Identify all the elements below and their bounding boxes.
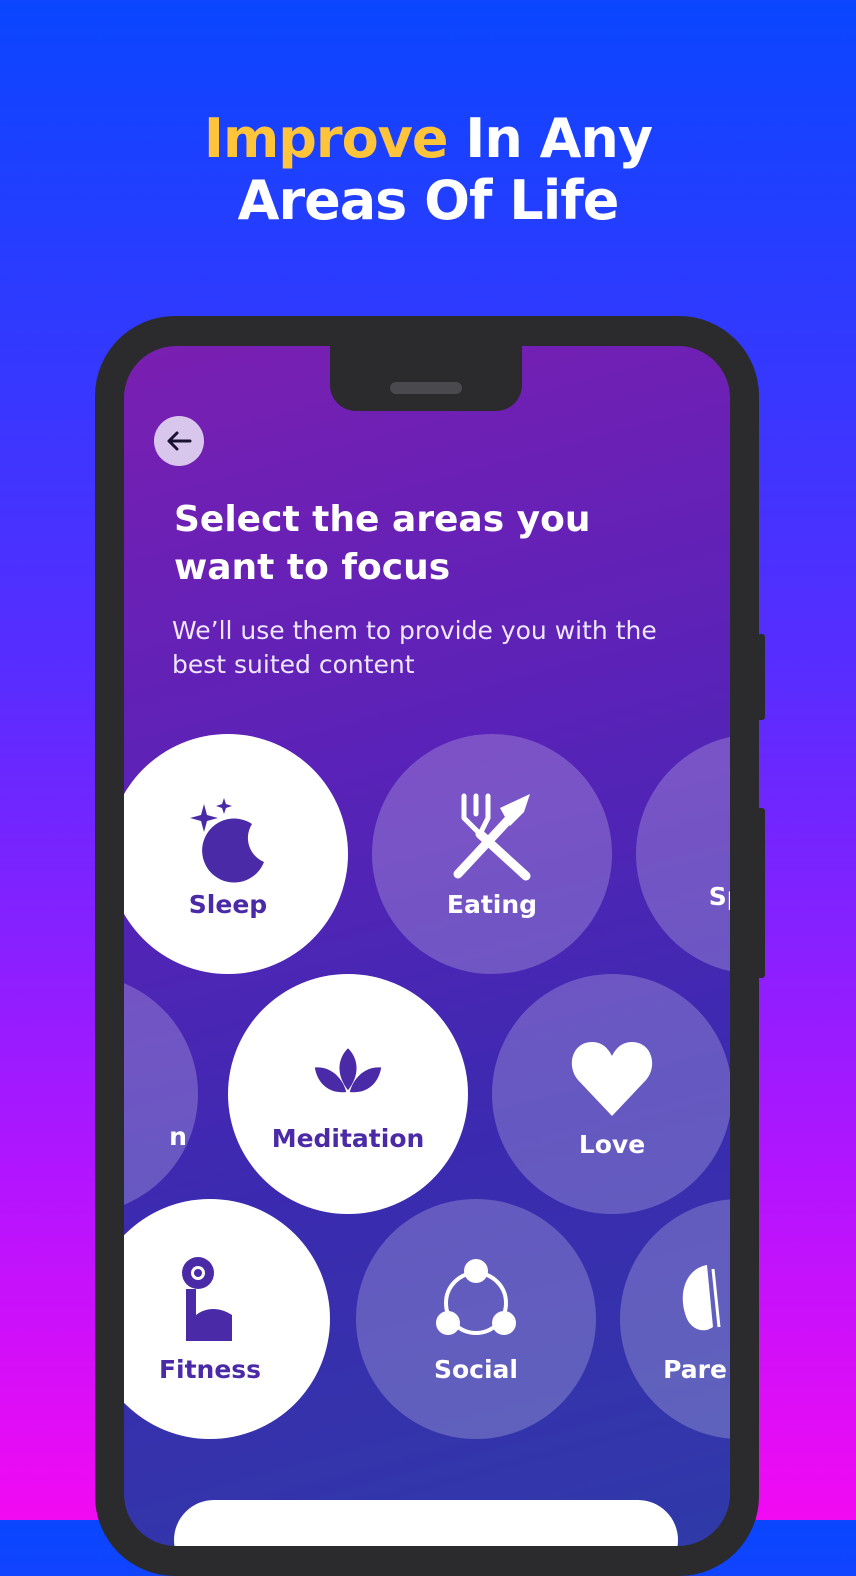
area-label: n bbox=[169, 1121, 187, 1151]
moon-stars-icon bbox=[190, 797, 264, 883]
area-meditation[interactable]: Meditation bbox=[228, 974, 468, 1214]
continue-button[interactable] bbox=[174, 1500, 678, 1546]
dumbbell-arm-icon bbox=[182, 1256, 232, 1341]
power-button bbox=[757, 808, 765, 978]
heart-icon bbox=[571, 1041, 653, 1116]
area-label: Love bbox=[578, 1129, 646, 1159]
area-label: Social bbox=[433, 1354, 518, 1384]
network-icon bbox=[436, 1258, 516, 1335]
headline-line-2: Areas Of Life bbox=[237, 169, 620, 232]
camera-notch bbox=[330, 346, 522, 411]
headline-accent: Improve bbox=[203, 107, 449, 170]
area-label: Pare bbox=[663, 1354, 727, 1384]
phone-frame: Select the areas you want to focus We’ll… bbox=[95, 316, 765, 1576]
page-subtitle: We’ll use them to provide you with the b… bbox=[172, 616, 657, 679]
arrow-left-icon bbox=[167, 431, 192, 451]
app-screen: Select the areas you want to focus We’ll… bbox=[124, 346, 730, 1546]
area-social[interactable]: Social bbox=[356, 1199, 596, 1439]
lotus-icon bbox=[314, 1047, 382, 1092]
parenting-icon bbox=[682, 1264, 721, 1330]
area-spirituality[interactable]: Spi bbox=[636, 734, 730, 974]
area-eating[interactable]: Eating bbox=[372, 734, 612, 974]
page-title: Select the areas you want to focus bbox=[174, 499, 591, 588]
area-parenting[interactable]: Pare bbox=[620, 1199, 730, 1439]
speaker-grille bbox=[390, 382, 462, 394]
area-label: Spi bbox=[708, 881, 730, 911]
area-sleep[interactable]: Sleep bbox=[124, 734, 348, 974]
area-love[interactable]: Love bbox=[492, 974, 730, 1214]
promo-headline: Improve In Any Areas Of Life bbox=[0, 108, 856, 232]
fork-knife-icon bbox=[453, 793, 531, 880]
area-label: Eating bbox=[446, 889, 538, 919]
area-label: Meditation bbox=[271, 1123, 425, 1153]
headline-line-1: Improve In Any bbox=[0, 108, 856, 170]
area-label: Fitness bbox=[158, 1354, 262, 1384]
headline-line1-rest: In Any bbox=[447, 107, 653, 170]
area-fitness[interactable]: Fitness bbox=[124, 1199, 330, 1439]
volume-button bbox=[757, 634, 765, 720]
area-label: Sleep bbox=[188, 889, 268, 919]
area-hidden-left[interactable]: n bbox=[124, 974, 198, 1214]
back-button[interactable] bbox=[154, 416, 204, 466]
